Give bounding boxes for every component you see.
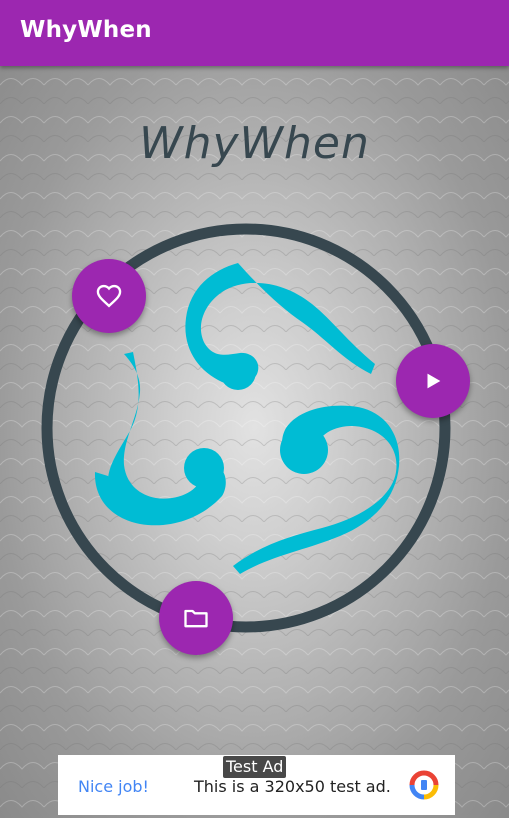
question-mark-left [94,352,226,526]
app-title: WhyWhen [20,17,152,43]
heart-outline-icon [96,284,122,308]
play-button[interactable] [396,344,470,418]
play-icon [427,373,441,389]
main-content: WhyWhen [0,66,509,818]
ad-badge: Test Ad [223,756,287,778]
question-marks-emblem [41,223,451,633]
folder-button[interactable] [159,581,233,655]
favorite-button[interactable] [72,259,146,333]
ad-provider-logo-icon[interactable] [408,769,440,801]
ad-description: This is a 320x50 test ad. [194,777,391,796]
question-mark-top [185,263,375,390]
folder-icon [184,609,208,628]
app-bar: WhyWhen [0,0,509,66]
question-mark-right [233,405,400,574]
ad-nice-job-text[interactable]: Nice job! [78,777,149,796]
test-ad-banner[interactable]: Test Ad Nice job! This is a 320x50 test … [58,755,455,815]
